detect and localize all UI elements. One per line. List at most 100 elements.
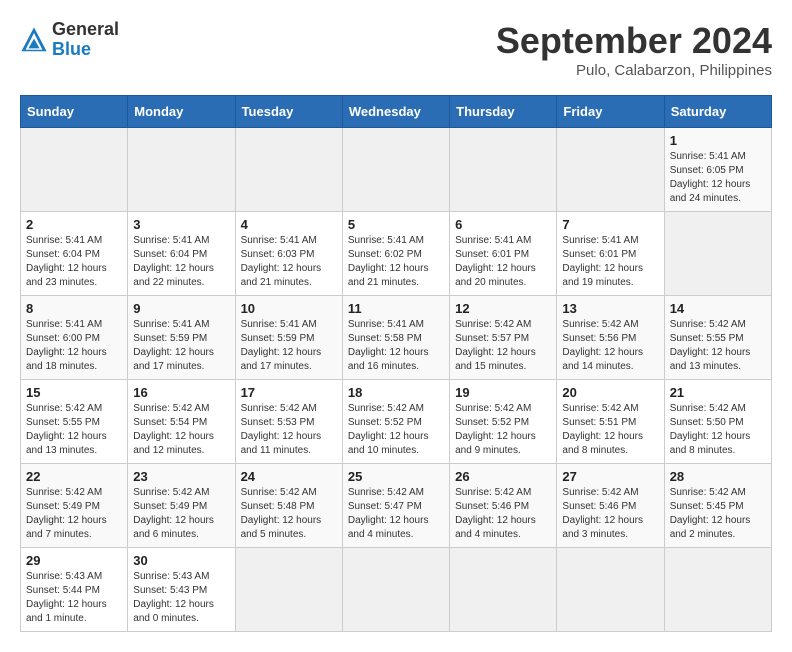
day-cell: 19 Sunrise: 5:42 AMSunset: 5:52 PMDaylig… bbox=[450, 380, 557, 464]
logo-icon bbox=[20, 26, 48, 54]
day-cell: 22 Sunrise: 5:42 AMSunset: 5:49 PMDaylig… bbox=[21, 464, 128, 548]
day-of-week-header: Saturday bbox=[664, 96, 771, 128]
day-info: Sunrise: 5:42 AMSunset: 5:49 PMDaylight:… bbox=[133, 486, 229, 542]
day-info: Sunrise: 5:42 AMSunset: 5:53 PMDaylight:… bbox=[241, 402, 337, 458]
day-cell: 3 Sunrise: 5:41 AMSunset: 6:04 PMDayligh… bbox=[128, 212, 235, 296]
day-number: 11 bbox=[348, 301, 444, 316]
empty-day-cell bbox=[342, 548, 449, 632]
day-number: 9 bbox=[133, 301, 229, 316]
day-info: Sunrise: 5:42 AMSunset: 5:54 PMDaylight:… bbox=[133, 402, 229, 458]
day-info: Sunrise: 5:42 AMSunset: 5:50 PMDaylight:… bbox=[670, 402, 766, 458]
day-cell: 5 Sunrise: 5:41 AMSunset: 6:02 PMDayligh… bbox=[342, 212, 449, 296]
day-number: 12 bbox=[455, 301, 551, 316]
day-cell: 30 Sunrise: 5:43 AMSunset: 5:43 PMDaylig… bbox=[128, 548, 235, 632]
day-number: 22 bbox=[26, 469, 122, 484]
day-info: Sunrise: 5:41 AMSunset: 6:01 PMDaylight:… bbox=[562, 234, 658, 290]
location: Pulo, Calabarzon, Philippines bbox=[496, 62, 772, 79]
day-number: 29 bbox=[26, 553, 122, 568]
day-cell: 27 Sunrise: 5:42 AMSunset: 5:46 PMDaylig… bbox=[557, 464, 664, 548]
page-header: General Blue September 2024 Pulo, Calaba… bbox=[20, 20, 772, 79]
day-info: Sunrise: 5:42 AMSunset: 5:52 PMDaylight:… bbox=[455, 402, 551, 458]
day-info: Sunrise: 5:42 AMSunset: 5:57 PMDaylight:… bbox=[455, 318, 551, 374]
day-cell: 18 Sunrise: 5:42 AMSunset: 5:52 PMDaylig… bbox=[342, 380, 449, 464]
calendar-week-row: 8 Sunrise: 5:41 AMSunset: 6:00 PMDayligh… bbox=[21, 296, 772, 380]
calendar-week-row: 22 Sunrise: 5:42 AMSunset: 5:49 PMDaylig… bbox=[21, 464, 772, 548]
day-info: Sunrise: 5:41 AMSunset: 6:05 PMDaylight:… bbox=[670, 150, 766, 206]
empty-day-cell bbox=[664, 548, 771, 632]
calendar-week-row: 15 Sunrise: 5:42 AMSunset: 5:55 PMDaylig… bbox=[21, 380, 772, 464]
day-number: 28 bbox=[670, 469, 766, 484]
day-cell: 26 Sunrise: 5:42 AMSunset: 5:46 PMDaylig… bbox=[450, 464, 557, 548]
day-number: 8 bbox=[26, 301, 122, 316]
title-area: September 2024 Pulo, Calabarzon, Philipp… bbox=[496, 20, 772, 79]
day-of-week-header: Thursday bbox=[450, 96, 557, 128]
empty-day-cell bbox=[557, 548, 664, 632]
day-info: Sunrise: 5:42 AMSunset: 5:55 PMDaylight:… bbox=[26, 402, 122, 458]
day-info: Sunrise: 5:41 AMSunset: 6:03 PMDaylight:… bbox=[241, 234, 337, 290]
day-number: 2 bbox=[26, 217, 122, 232]
day-cell: 17 Sunrise: 5:42 AMSunset: 5:53 PMDaylig… bbox=[235, 380, 342, 464]
day-cell: 9 Sunrise: 5:41 AMSunset: 5:59 PMDayligh… bbox=[128, 296, 235, 380]
day-number: 10 bbox=[241, 301, 337, 316]
day-of-week-header: Monday bbox=[128, 96, 235, 128]
day-info: Sunrise: 5:42 AMSunset: 5:48 PMDaylight:… bbox=[241, 486, 337, 542]
day-number: 23 bbox=[133, 469, 229, 484]
empty-day-cell bbox=[450, 548, 557, 632]
empty-day-cell bbox=[235, 548, 342, 632]
day-info: Sunrise: 5:42 AMSunset: 5:51 PMDaylight:… bbox=[562, 402, 658, 458]
logo-blue: Blue bbox=[52, 40, 119, 60]
day-cell: 28 Sunrise: 5:42 AMSunset: 5:45 PMDaylig… bbox=[664, 464, 771, 548]
day-cell: 7 Sunrise: 5:41 AMSunset: 6:01 PMDayligh… bbox=[557, 212, 664, 296]
day-cell: 8 Sunrise: 5:41 AMSunset: 6:00 PMDayligh… bbox=[21, 296, 128, 380]
day-cell: 15 Sunrise: 5:42 AMSunset: 5:55 PMDaylig… bbox=[21, 380, 128, 464]
day-number: 3 bbox=[133, 217, 229, 232]
day-number: 30 bbox=[133, 553, 229, 568]
day-cell: 6 Sunrise: 5:41 AMSunset: 6:01 PMDayligh… bbox=[450, 212, 557, 296]
day-info: Sunrise: 5:42 AMSunset: 5:46 PMDaylight:… bbox=[455, 486, 551, 542]
day-number: 26 bbox=[455, 469, 551, 484]
day-cell: 21 Sunrise: 5:42 AMSunset: 5:50 PMDaylig… bbox=[664, 380, 771, 464]
day-number: 14 bbox=[670, 301, 766, 316]
day-cell: 13 Sunrise: 5:42 AMSunset: 5:56 PMDaylig… bbox=[557, 296, 664, 380]
empty-day-cell bbox=[342, 128, 449, 212]
logo: General Blue bbox=[20, 20, 119, 60]
day-number: 15 bbox=[26, 385, 122, 400]
day-cell: 2 Sunrise: 5:41 AMSunset: 6:04 PMDayligh… bbox=[21, 212, 128, 296]
day-number: 17 bbox=[241, 385, 337, 400]
empty-day-cell bbox=[664, 212, 771, 296]
day-number: 7 bbox=[562, 217, 658, 232]
day-info: Sunrise: 5:42 AMSunset: 5:45 PMDaylight:… bbox=[670, 486, 766, 542]
day-info: Sunrise: 5:42 AMSunset: 5:55 PMDaylight:… bbox=[670, 318, 766, 374]
day-info: Sunrise: 5:41 AMSunset: 5:58 PMDaylight:… bbox=[348, 318, 444, 374]
day-number: 6 bbox=[455, 217, 551, 232]
day-of-week-header: Friday bbox=[557, 96, 664, 128]
day-number: 27 bbox=[562, 469, 658, 484]
day-cell: 16 Sunrise: 5:42 AMSunset: 5:54 PMDaylig… bbox=[128, 380, 235, 464]
day-info: Sunrise: 5:41 AMSunset: 6:04 PMDaylight:… bbox=[26, 234, 122, 290]
day-number: 13 bbox=[562, 301, 658, 316]
day-info: Sunrise: 5:41 AMSunset: 5:59 PMDaylight:… bbox=[133, 318, 229, 374]
empty-day-cell bbox=[21, 128, 128, 212]
day-number: 21 bbox=[670, 385, 766, 400]
day-cell: 1 Sunrise: 5:41 AMSunset: 6:05 PMDayligh… bbox=[664, 128, 771, 212]
day-of-week-header: Wednesday bbox=[342, 96, 449, 128]
day-number: 19 bbox=[455, 385, 551, 400]
day-cell: 29 Sunrise: 5:43 AMSunset: 5:44 PMDaylig… bbox=[21, 548, 128, 632]
day-info: Sunrise: 5:41 AMSunset: 5:59 PMDaylight:… bbox=[241, 318, 337, 374]
calendar-table: SundayMondayTuesdayWednesdayThursdayFrid… bbox=[20, 95, 772, 632]
day-cell: 10 Sunrise: 5:41 AMSunset: 5:59 PMDaylig… bbox=[235, 296, 342, 380]
day-cell: 23 Sunrise: 5:42 AMSunset: 5:49 PMDaylig… bbox=[128, 464, 235, 548]
calendar-week-row: 1 Sunrise: 5:41 AMSunset: 6:05 PMDayligh… bbox=[21, 128, 772, 212]
day-cell: 11 Sunrise: 5:41 AMSunset: 5:58 PMDaylig… bbox=[342, 296, 449, 380]
day-info: Sunrise: 5:41 AMSunset: 6:02 PMDaylight:… bbox=[348, 234, 444, 290]
day-of-week-header: Sunday bbox=[21, 96, 128, 128]
empty-day-cell bbox=[235, 128, 342, 212]
day-number: 4 bbox=[241, 217, 337, 232]
day-cell: 25 Sunrise: 5:42 AMSunset: 5:47 PMDaylig… bbox=[342, 464, 449, 548]
calendar-week-row: 29 Sunrise: 5:43 AMSunset: 5:44 PMDaylig… bbox=[21, 548, 772, 632]
empty-day-cell bbox=[450, 128, 557, 212]
day-cell: 4 Sunrise: 5:41 AMSunset: 6:03 PMDayligh… bbox=[235, 212, 342, 296]
day-cell: 24 Sunrise: 5:42 AMSunset: 5:48 PMDaylig… bbox=[235, 464, 342, 548]
day-info: Sunrise: 5:43 AMSunset: 5:44 PMDaylight:… bbox=[26, 570, 122, 626]
empty-day-cell bbox=[557, 128, 664, 212]
